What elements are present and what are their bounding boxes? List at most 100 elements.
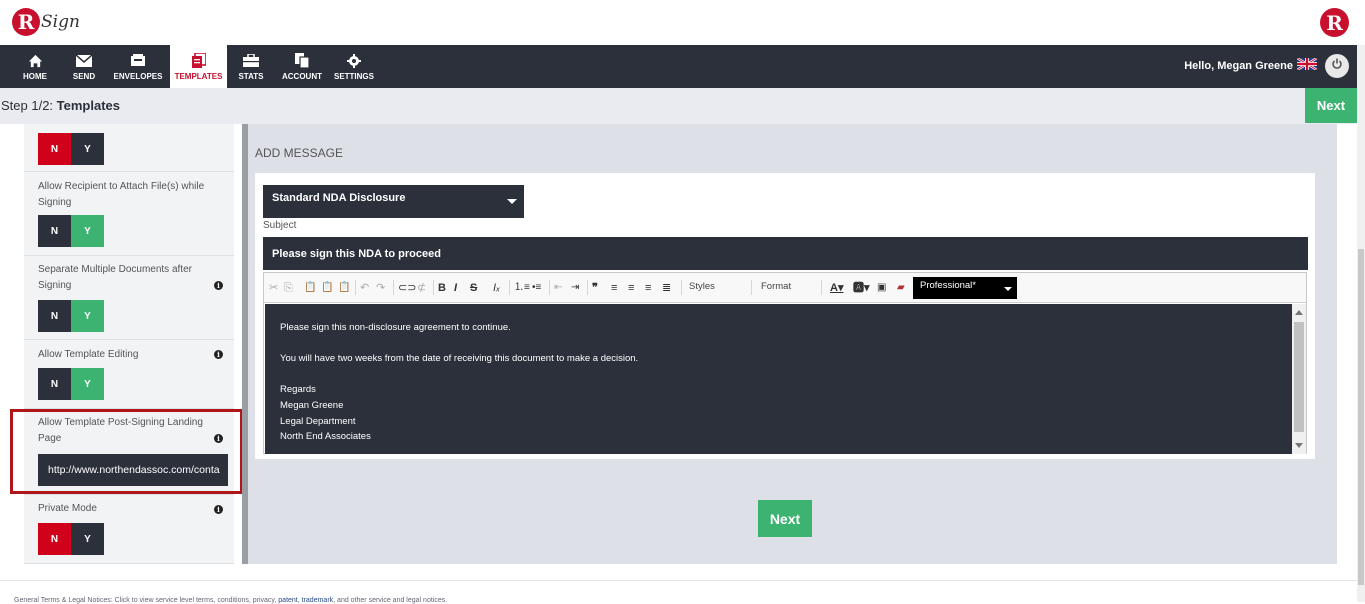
styles-dropdown[interactable]: Styles <box>689 281 715 292</box>
main-nav: HOME SEND ENVELOPES TEMPLATES STATS ACCO… <box>0 45 1357 88</box>
subject-label: Subject <box>263 220 297 231</box>
copy-icon[interactable]: ⎘ <box>284 281 293 295</box>
image-icon[interactable]: ▣ <box>877 281 886 295</box>
bold-icon[interactable]: B <box>438 281 446 295</box>
remove-format-icon[interactable]: Iₓ <box>493 281 500 295</box>
nav-stats[interactable]: STATS <box>233 45 269 88</box>
nav-stats-label: STATS <box>238 72 264 81</box>
toggle-no[interactable]: N <box>38 215 71 247</box>
gear-icon <box>347 52 361 69</box>
cut-icon[interactable]: ✂ <box>269 281 278 295</box>
font-select[interactable]: Professional* <box>913 277 1017 299</box>
scroll-down-icon[interactable] <box>1295 443 1303 448</box>
outdent-icon[interactable]: ⇤ <box>554 281 562 295</box>
indent-icon[interactable]: ⇥ <box>571 281 579 295</box>
greeting-text: Hello, Megan Greene <box>1184 59 1293 72</box>
footer-suffix: , and other service and legal notices. <box>333 597 448 604</box>
trademark-link[interactable]: trademark <box>302 597 334 604</box>
toggle-no[interactable]: N <box>38 523 71 555</box>
setting-top-toggle: N Y <box>24 124 234 172</box>
unlink-icon[interactable]: ⊄ <box>417 281 426 295</box>
toolbar-separator <box>751 280 752 295</box>
separate-docs-label: Separate Multiple Documents after Signin… <box>38 264 192 291</box>
rsign-logo[interactable]: R Sign <box>12 6 80 38</box>
toggle-yes[interactable]: Y <box>71 300 104 332</box>
align-center-icon[interactable]: ≡ <box>628 281 634 295</box>
setting-template-editing: Allow Template Editing i N Y <box>24 340 234 409</box>
italic-icon[interactable]: I <box>454 281 457 295</box>
undo-icon[interactable]: ↶ <box>360 281 369 295</box>
setting-separate-docs: Separate Multiple Documents after Signin… <box>24 256 234 340</box>
briefcase-icon <box>243 52 259 69</box>
font-select-value: Professional* <box>920 280 976 291</box>
user-greeting[interactable]: Hello, Megan Greene <box>1184 56 1318 73</box>
uk-flag-icon[interactable] <box>1296 56 1318 73</box>
paste-icon[interactable]: 📋 <box>304 281 316 295</box>
paint-icon[interactable]: ▰ <box>897 281 905 295</box>
info-icon[interactable]: i <box>214 281 223 290</box>
background-color-icon[interactable]: 🅰▾ <box>853 281 870 295</box>
template-editing-label: Allow Template Editing <box>38 349 139 360</box>
toggle-no[interactable]: N <box>38 300 71 332</box>
editor-toolbar: ✂ ⎘ 📋 📋 📋 ↶ ↷ ⊂⊃ ⊄ B I S Iₓ ⒈≡ •≡ ⇤ ⇥ ❞ … <box>264 273 1306 303</box>
toggle-no[interactable]: N <box>38 133 71 165</box>
template-select[interactable]: Standard NDA Disclosure <box>263 185 524 218</box>
rich-text-editor: ✂ ⎘ 📋 📋 📋 ↶ ↷ ⊂⊃ ⊄ B I S Iₓ ⒈≡ •≡ ⇤ ⇥ ❞ … <box>263 272 1307 454</box>
next-button-top[interactable]: Next <box>1305 88 1357 123</box>
info-icon[interactable]: i <box>214 505 223 514</box>
toggle-yes[interactable]: Y <box>71 133 104 165</box>
toggle-yes[interactable]: Y <box>71 215 104 247</box>
toggle-yes[interactable]: Y <box>71 523 104 555</box>
strikethrough-icon[interactable]: S <box>470 281 477 295</box>
nav-settings[interactable]: SETTINGS <box>333 45 375 88</box>
numbered-list-icon[interactable]: ⒈≡ <box>514 281 530 295</box>
private-mode-toggle: N Y <box>38 523 104 555</box>
body-line: You will have two weeks from the date of… <box>280 353 639 365</box>
next-button[interactable]: Next <box>758 500 812 537</box>
nav-home[interactable]: HOME <box>14 45 56 88</box>
patent-link[interactable]: patent <box>278 597 297 604</box>
format-dropdown[interactable]: Format <box>761 281 791 292</box>
link-icon[interactable]: ⊂⊃ <box>398 281 416 295</box>
add-message-heading: ADD MESSAGE <box>255 146 344 160</box>
message-body[interactable]: Please sign this non-disclosure agreemen… <box>265 304 1292 454</box>
paste-word-icon[interactable]: 📋 <box>338 281 350 295</box>
scrollbar-thumb[interactable] <box>1358 249 1364 585</box>
step-prefix: Step 1/2: <box>1 98 57 113</box>
scrollbar-thumb[interactable] <box>1294 322 1304 432</box>
step-bar <box>0 88 1357 124</box>
body-line: North End Associates <box>280 431 371 443</box>
bullet-list-icon[interactable]: •≡ <box>532 281 541 295</box>
page-scrollbar[interactable] <box>1357 45 1365 602</box>
nav-send[interactable]: SEND <box>64 45 104 88</box>
step-title: Templates <box>56 98 120 113</box>
redo-icon[interactable]: ↷ <box>376 281 385 295</box>
subject-input[interactable]: Please sign this NDA to proceed <box>263 237 1308 270</box>
home-icon <box>28 52 43 69</box>
scroll-up-icon[interactable] <box>1295 310 1303 315</box>
nav-account[interactable]: ACCOUNT <box>280 45 324 88</box>
top-bar: R Sign R <box>0 0 1365 45</box>
nav-templates-label: TEMPLATES <box>174 72 223 81</box>
chevron-down-icon <box>507 199 517 204</box>
align-right-icon[interactable]: ≡ <box>645 281 651 295</box>
justify-icon[interactable]: ≣ <box>662 281 671 295</box>
info-icon[interactable]: i <box>214 350 223 359</box>
logo-wordmark: Sign <box>41 12 80 32</box>
toggle-yes[interactable]: Y <box>71 368 104 400</box>
toolbar-separator <box>355 280 356 295</box>
toggle-no[interactable]: N <box>38 368 71 400</box>
step-indicator: Step 1/2: Templates <box>1 98 120 113</box>
text-color-icon[interactable]: A▾ <box>830 281 843 295</box>
nav-envelopes[interactable]: ENVELOPES <box>112 45 164 88</box>
power-button[interactable] <box>1325 54 1349 78</box>
footer-prefix: General Terms & Legal Notices: Click to … <box>14 597 279 604</box>
rpost-logo: R <box>1320 8 1349 37</box>
blockquote-icon[interactable]: ❞ <box>592 281 598 295</box>
nav-settings-label: SETTINGS <box>333 72 374 81</box>
align-left-icon[interactable]: ≡ <box>611 281 617 295</box>
editor-scrollbar[interactable] <box>1292 304 1306 454</box>
nav-templates[interactable]: TEMPLATES <box>170 45 227 88</box>
paste-text-icon[interactable]: 📋 <box>321 281 333 295</box>
nav-account-label: ACCOUNT <box>282 72 322 81</box>
